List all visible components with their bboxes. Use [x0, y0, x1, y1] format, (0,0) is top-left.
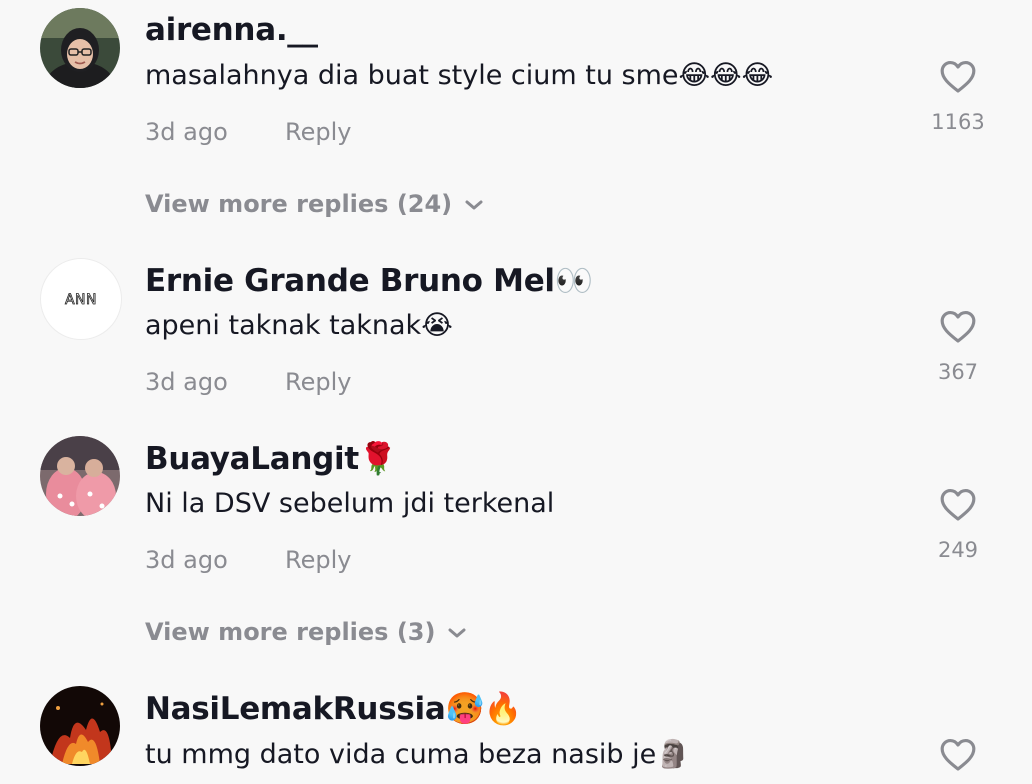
avatar-initials: ANN	[65, 292, 97, 308]
comment-text: apeni taknak taknak😭	[145, 310, 453, 341]
avatar[interactable]	[40, 686, 120, 766]
comment-username[interactable]: airenna.__	[145, 12, 318, 48]
like-button[interactable]: 249	[928, 486, 988, 562]
comment-time: 3d ago	[145, 118, 228, 146]
comment-meta: 3d ago Reply	[145, 368, 351, 396]
avatar[interactable]: ANN	[40, 258, 122, 340]
comment-time: 3d ago	[145, 546, 228, 574]
heart-outline-icon	[940, 738, 976, 771]
reply-button[interactable]: Reply	[285, 546, 351, 574]
view-more-replies-button[interactable]: View more replies (3)	[145, 618, 467, 646]
like-button[interactable]: 1163	[928, 58, 988, 134]
like-count: 249	[937, 538, 979, 562]
comment-meta: 3d ago Reply	[145, 546, 351, 574]
reply-button[interactable]: Reply	[285, 368, 351, 396]
comment-list: airenna.__ masalahnya dia buat style ciu…	[0, 0, 1032, 784]
comment-username[interactable]: Ernie Grande Bruno Mel👀	[145, 262, 593, 299]
comment-text: tu mmg dato vida cuma beza nasib je🗿	[145, 739, 690, 770]
heart-outline-icon	[940, 310, 976, 343]
comment-username[interactable]: BuayaLangit🌹	[145, 440, 397, 477]
comment-text: Ni la DSV sebelum jdi terkenal	[145, 488, 555, 519]
avatar[interactable]	[40, 436, 120, 516]
avatar[interactable]	[40, 8, 120, 88]
chevron-down-icon	[448, 628, 466, 638]
comment-meta: 3d ago Reply	[145, 118, 351, 146]
comment-time: 3d ago	[145, 368, 228, 396]
like-button[interactable]: 367	[928, 308, 988, 384]
like-count: 367	[937, 360, 979, 384]
chevron-down-icon	[465, 200, 483, 210]
comment-username[interactable]: NasiLemakRussia🥵🔥	[145, 690, 522, 727]
view-more-replies-button[interactable]: View more replies (24)	[145, 190, 484, 218]
reply-button[interactable]: Reply	[285, 118, 351, 146]
view-more-label: View more replies (24)	[145, 190, 453, 218]
comment-text: masalahnya dia buat style cium tu sme😂😂😂	[145, 60, 774, 91]
heart-outline-icon	[940, 60, 976, 93]
view-more-label: View more replies (3)	[145, 618, 436, 646]
like-count: 1163	[931, 110, 985, 134]
heart-outline-icon	[940, 488, 976, 521]
like-button[interactable]	[928, 736, 988, 772]
